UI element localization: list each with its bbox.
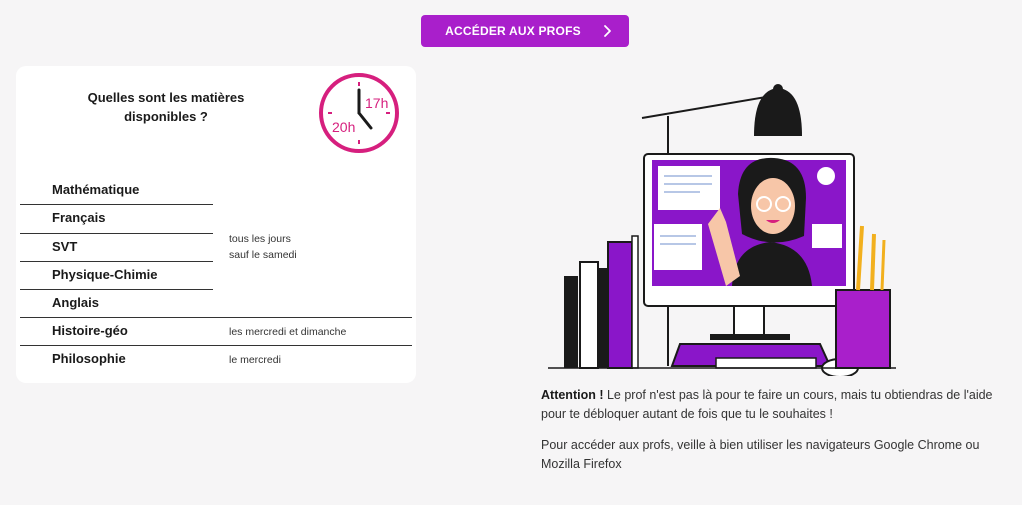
- schedule-daily: tous les jours sauf le samedi: [229, 231, 297, 263]
- schedule-daily-line2: sauf le samedi: [229, 249, 297, 261]
- clock-time-a: 17h: [365, 95, 388, 111]
- keyboard-icon: [670, 343, 832, 369]
- subject-name: Physique-Chimie: [52, 267, 158, 282]
- access-teachers-label: ACCÉDER AUX PROFS: [445, 24, 581, 38]
- subject-row-physique: Physique-Chimie: [20, 261, 213, 289]
- subjects-card-title: Quelles sont les matières disponibles ?: [87, 90, 245, 124]
- subjects-card: Quelles sont les matières disponibles ? …: [16, 66, 416, 383]
- clock-time-b: 20h: [332, 119, 355, 135]
- subject-name: Mathématique: [52, 182, 140, 197]
- subject-row-math: Mathématique: [20, 176, 213, 204]
- subject-name: Français: [52, 210, 106, 225]
- chevron-right-icon: [603, 25, 611, 37]
- subject-name: Philosophie: [52, 351, 126, 366]
- subject-row-francais: Français: [20, 204, 213, 232]
- subject-name: Histoire-géo: [52, 323, 128, 338]
- monitor-icon: [643, 153, 855, 340]
- info-text: Attention ! Le prof n'est pas là pour te…: [541, 386, 1011, 486]
- access-teachers-button[interactable]: ACCÉDER AUX PROFS: [421, 15, 629, 47]
- subject-name: SVT: [52, 239, 78, 254]
- schedule-histoire: les mercredi et dimanche: [229, 326, 347, 338]
- subject-row-philo: Philosophie: [20, 345, 213, 373]
- schedule-philo: le mercredi: [229, 354, 281, 366]
- attention-label: Attention !: [541, 388, 604, 402]
- schedule-daily-line1: tous les jours: [229, 233, 291, 245]
- subject-row-svt: SVT: [20, 233, 213, 261]
- books-icon: [564, 235, 639, 369]
- attention-paragraph: Attention ! Le prof n'est pas là pour te…: [541, 386, 1011, 424]
- clock-icon: 17h 20h: [319, 73, 399, 153]
- online-tutor-illustration: [548, 84, 896, 376]
- browsers-paragraph: Pour accéder aux profs, veille à bien ut…: [541, 438, 980, 471]
- subject-row-histoire: Histoire-géo: [20, 317, 213, 345]
- attention-text: Le prof n'est pas là pour te faire un co…: [541, 388, 993, 421]
- subject-name: Anglais: [52, 295, 99, 310]
- subject-row-anglais: Anglais: [20, 289, 213, 317]
